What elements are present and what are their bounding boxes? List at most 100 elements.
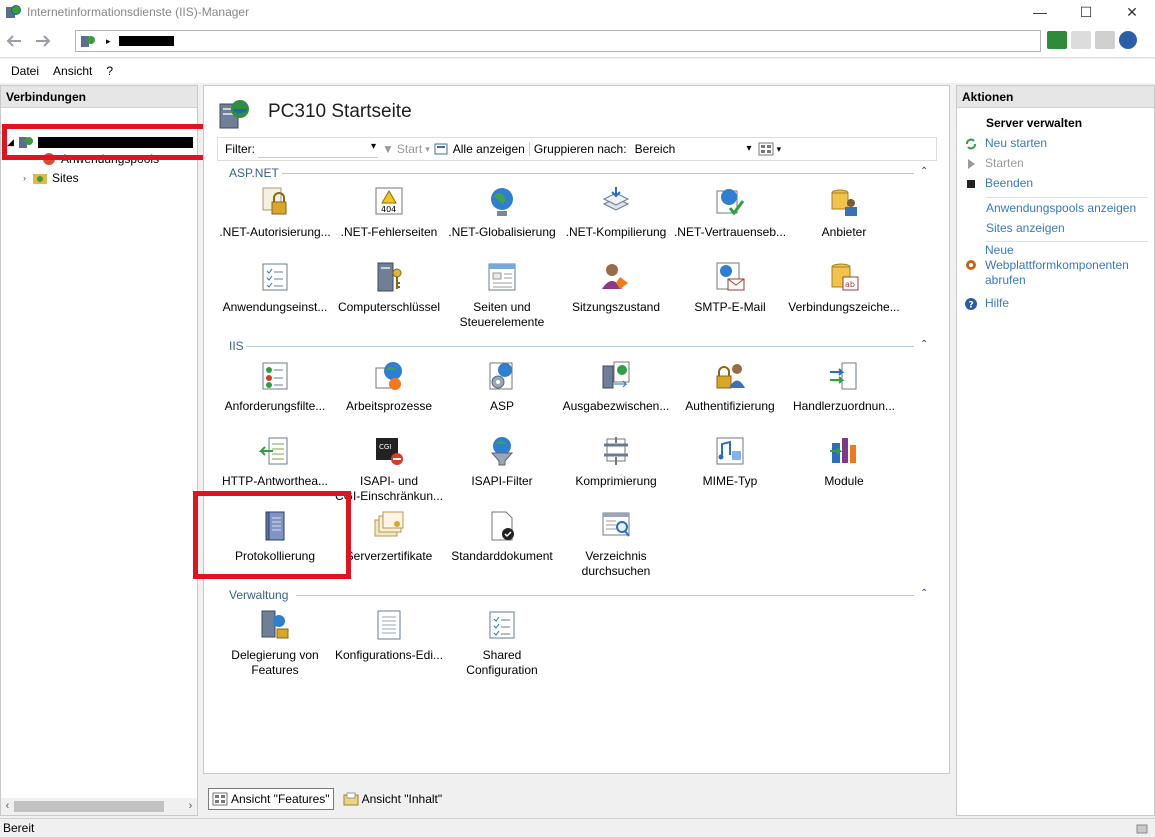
feature-default-document[interactable]: Standarddokument (445, 510, 559, 564)
view-mode-button[interactable]: ▾ (758, 142, 781, 156)
stop-action[interactable]: Beenden (964, 176, 1033, 191)
feature-label: Sitzungszustand (571, 300, 661, 314)
feature-compression[interactable]: Komprimierung (559, 435, 673, 489)
lock-icon (259, 186, 291, 218)
tree-node-sites[interactable]: › Sites (23, 171, 79, 185)
feature-pages-controls[interactable]: Seiten und Steuerelemente (445, 261, 559, 330)
tab-features-label: Ansicht "Features" (231, 792, 330, 806)
horizontal-scrollbar[interactable]: ‹ › (1, 798, 197, 815)
database-string-icon: ab (828, 261, 860, 293)
menu-help[interactable]: ? (99, 64, 120, 78)
feature-net-error-pages[interactable]: 404 .NET-Fehlerseiten (332, 186, 446, 240)
back-arrow-icon[interactable] (4, 31, 26, 51)
start-button[interactable]: ▼ Start ▾ (382, 142, 430, 156)
restart-action[interactable]: Neu starten (964, 136, 1047, 151)
stop-icon[interactable] (1071, 31, 1091, 49)
menu-ansicht[interactable]: Ansicht (46, 64, 99, 78)
redacted-server-name (118, 36, 174, 46)
iis-app-icon (5, 4, 21, 20)
feature-label: Arbeitsprozesse (345, 399, 433, 413)
feature-mime-types[interactable]: MIME-Typ (673, 435, 787, 489)
feature-handler-mappings[interactable]: Handlerzuordnun... (787, 360, 901, 414)
collapse-section-icon[interactable]: ⌃ (920, 588, 928, 599)
feature-label: Shared (482, 648, 522, 662)
collapse-section-icon[interactable]: ⌃ (920, 339, 928, 350)
feature-shared-configuration[interactable]: Shared Configuration (445, 609, 559, 678)
feature-smtp-email[interactable]: SMTP-E-Mail (673, 261, 787, 315)
feature-worker-processes[interactable]: Arbeitsprozesse (332, 360, 446, 414)
isapi-filter-icon (486, 435, 518, 467)
feature-net-authorization[interactable]: .NET-Autorisierung... (218, 186, 332, 240)
feature-authentication[interactable]: Authentifizierung (673, 360, 787, 414)
refresh-icon[interactable] (1047, 31, 1067, 49)
feature-connection-strings[interactable]: ab Verbindungszeiche... (787, 261, 901, 315)
show-all-icon (434, 143, 448, 155)
feature-providers[interactable]: Anbieter (787, 186, 901, 240)
tab-features-view[interactable]: Ansicht "Features" (208, 788, 334, 810)
show-app-pools-action[interactable]: Anwendungspools anzeigen (986, 201, 1136, 216)
chevron-right-icon[interactable]: › (23, 173, 26, 183)
view-tabs: Ansicht "Features" Ansicht "Inhalt" (203, 788, 445, 812)
feature-label: Komprimierung (575, 474, 657, 488)
show-sites-action[interactable]: Sites anzeigen (986, 221, 1065, 236)
page-title: PC310 Startseite (268, 101, 412, 122)
feature-label: Verzeichnis (585, 549, 647, 563)
feature-label: .NET-Kompilierung (565, 225, 667, 239)
compile-stack-icon (600, 186, 632, 218)
scrollbar-thumb[interactable] (14, 801, 164, 812)
feature-modules[interactable]: Module (787, 435, 901, 489)
feature-configuration-editor[interactable]: Konfigurations-Edi... (332, 609, 446, 663)
maximize-button[interactable]: ☐ (1063, 0, 1109, 24)
forward-arrow-icon[interactable] (31, 31, 53, 51)
chevron-down-icon: ▾ (425, 143, 430, 154)
filter-input[interactable] (258, 140, 378, 158)
group-by-select[interactable]: Bereich (632, 140, 754, 158)
close-button[interactable]: ✕ (1109, 0, 1155, 24)
help-icon[interactable] (1119, 31, 1137, 49)
resize-grip-icon[interactable] (1135, 821, 1151, 835)
feature-output-caching[interactable]: Ausgabezwischen... (559, 360, 673, 414)
menu-bar: Datei Ansicht ? (0, 59, 1155, 83)
section-verwaltung: Verwaltung (229, 588, 288, 602)
feature-machine-key[interactable]: Computerschlüssel (332, 261, 446, 315)
status-bar: Bereit (0, 818, 1155, 837)
scroll-right-icon[interactable]: › (184, 798, 197, 815)
feature-app-settings[interactable]: Anwendungseinst... (218, 261, 332, 315)
window-title: Internetinformationsdienste (IIS)-Manage… (27, 5, 250, 19)
auth-user-lock-icon (714, 360, 746, 392)
email-icon (714, 261, 746, 293)
collapse-section-icon[interactable]: ⌃ (920, 166, 928, 177)
help-action[interactable]: ? Hilfe (964, 296, 1009, 311)
group-by-label: Gruppieren nach: (533, 142, 627, 156)
address-field[interactable]: ▸ (75, 30, 1041, 52)
show-all-label: Alle anzeigen (452, 142, 525, 156)
feature-label: Authentifizierung (685, 399, 775, 413)
restart-label: Neu starten (985, 136, 1048, 150)
feature-net-globalization[interactable]: .NET-Globalisierung (445, 186, 559, 240)
home-icon[interactable] (1095, 31, 1115, 49)
feature-asp[interactable]: ASP (445, 360, 559, 414)
worker-process-icon (373, 360, 405, 392)
start-action[interactable]: Starten (964, 156, 1024, 171)
tab-content-view[interactable]: Ansicht "Inhalt" (340, 788, 446, 810)
feature-net-trust-levels[interactable]: .NET-Vertrauenseb... (673, 186, 787, 240)
feature-request-filtering[interactable]: Anforderungsfilte... (218, 360, 332, 414)
feature-directory-browsing[interactable]: Verzeichnis durchsuchen (559, 510, 673, 579)
show-all-button[interactable]: Alle anzeigen (434, 142, 525, 156)
shared-config-icon (486, 609, 518, 641)
svg-text:404: 404 (381, 205, 396, 214)
feature-isapi-filters[interactable]: ISAPI-Filter (445, 435, 559, 489)
menu-datei[interactable]: Datei (4, 64, 46, 78)
stop-action-label: Beenden (985, 176, 1034, 190)
feature-session-state[interactable]: Sitzungszustand (559, 261, 673, 315)
feature-http-response-headers[interactable]: HTTP-Antworthea... (218, 435, 332, 489)
scroll-left-icon[interactable]: ‹ (1, 798, 14, 815)
server-icon (217, 98, 251, 130)
settings-list-icon (259, 261, 291, 293)
feature-label: HTTP-Antworthea... (221, 474, 329, 488)
feature-feature-delegation[interactable]: Delegierung von Features (218, 609, 332, 678)
tab-content-label: Ansicht "Inhalt" (361, 792, 443, 806)
feature-net-compilation[interactable]: .NET-Kompilierung (559, 186, 673, 240)
minimize-button[interactable]: — (1017, 0, 1063, 24)
get-web-platform-components-action[interactable]: Neue Webplattformkomponenten abrufen (964, 243, 1129, 288)
